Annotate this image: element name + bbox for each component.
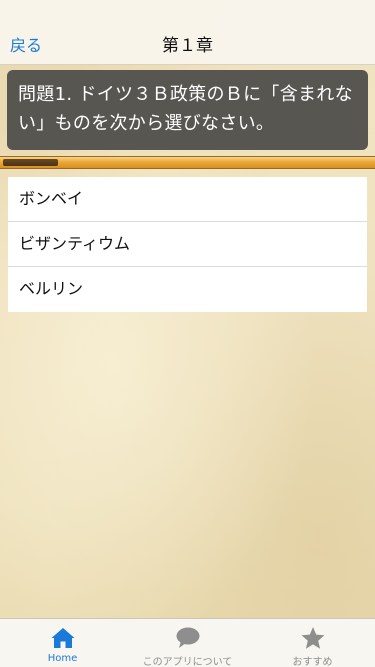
progress-fill — [3, 159, 58, 166]
progress-bar — [0, 156, 375, 169]
tab-about-label: このアプリについて — [142, 657, 233, 667]
answer-list: ボンベイ ビザンティウム ベルリン — [8, 177, 367, 312]
tab-home[interactable]: Home — [0, 619, 125, 667]
page-title: 第１章 — [162, 36, 213, 56]
question-box: 問題1. ドイツ３Ｂ政策のＢに「含まれない」ものを次から選びなさい。 — [7, 70, 368, 150]
question-text: 問題1. ドイツ３Ｂ政策のＢに「含まれない」ものを次から選びなさい。 — [18, 84, 353, 134]
tab-about[interactable]: このアプリについて — [125, 619, 250, 667]
home-icon — [51, 628, 74, 648]
tab-recommend[interactable]: おすすめ — [250, 619, 375, 667]
navigation-bar: 戻る 第１章 — [0, 0, 375, 65]
tab-bar: Home このアプリについて おすすめ — [0, 618, 375, 667]
answer-choice-3[interactable]: ベルリン — [8, 267, 367, 312]
answer-choice-1[interactable]: ボンベイ — [8, 177, 367, 222]
speech-bubble-icon — [176, 627, 199, 648]
star-icon — [301, 627, 324, 649]
tab-recommend-label: おすすめ — [292, 657, 333, 667]
tab-home-label: Home — [47, 653, 78, 664]
answer-choice-2[interactable]: ビザンティウム — [8, 222, 367, 267]
